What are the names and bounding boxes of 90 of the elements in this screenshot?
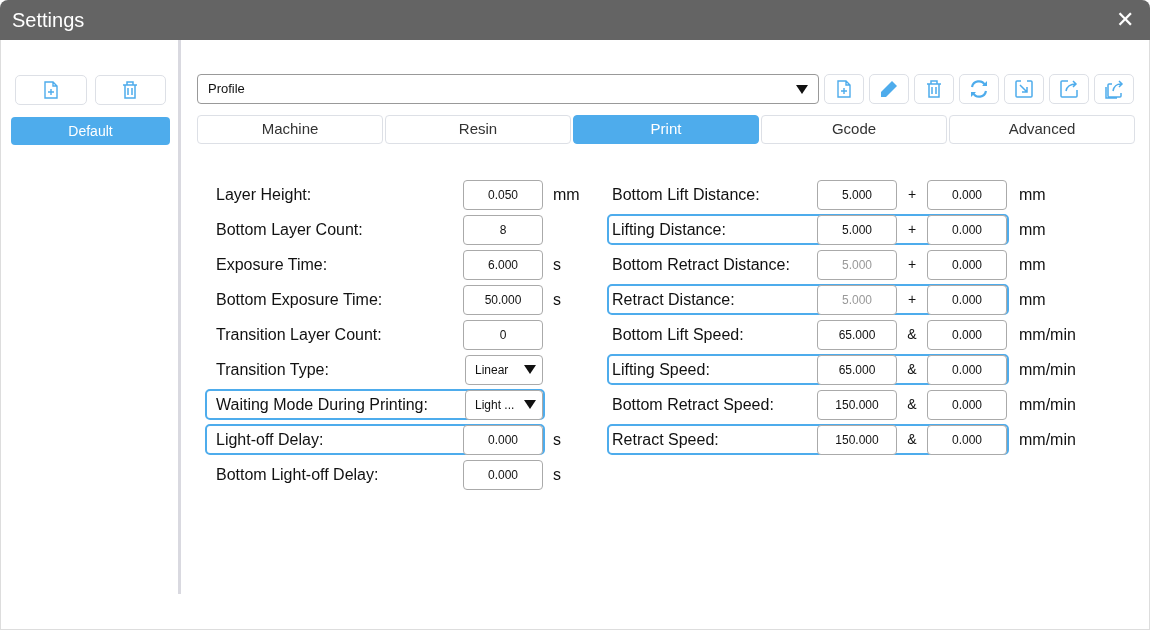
trash-icon	[122, 81, 139, 99]
unit-label: s	[553, 254, 561, 275]
setting-label: Bottom Retract Distance:	[611, 254, 791, 275]
setting-label: Layer Height:	[215, 184, 313, 205]
import-icon	[1014, 79, 1034, 99]
new-file-icon	[837, 80, 851, 98]
value-field[interactable]: 65.000	[817, 319, 897, 350]
refresh-button[interactable]	[959, 74, 999, 104]
unit-label: s	[553, 289, 561, 310]
setting-label: Bottom Retract Speed:	[611, 394, 775, 415]
setting-label: Retract Speed:	[611, 429, 720, 450]
unit-label: mm	[553, 184, 580, 205]
operator-label: &	[906, 430, 918, 449]
refresh-icon	[969, 79, 989, 99]
value-field[interactable]: 50.000	[463, 284, 543, 315]
setting-label: Bottom Lift Distance:	[611, 184, 761, 205]
operator-label: &	[906, 325, 918, 344]
setting-label: Retract Distance:	[611, 289, 736, 310]
tab[interactable]: Machine	[197, 115, 383, 144]
dropdown-value: Light ...	[475, 396, 515, 414]
dropdown-value: Linear	[475, 361, 509, 379]
value-field[interactable]: 65.000	[817, 354, 897, 385]
dropdown-arrow-icon	[524, 365, 536, 374]
value-field[interactable]: 150.000	[817, 389, 897, 420]
operator-label: +	[906, 185, 918, 204]
value-field[interactable]: 0.000	[927, 319, 1007, 350]
share-button[interactable]	[1094, 74, 1134, 104]
unit-label: mm/min	[1019, 429, 1076, 450]
profile-dropdown[interactable]: Profile	[197, 74, 819, 104]
edit-button[interactable]	[869, 74, 909, 104]
export-copy-icon	[1104, 79, 1124, 99]
value-field[interactable]: 150.000	[817, 424, 897, 455]
new-button[interactable]	[824, 74, 864, 104]
value-field[interactable]: 0.000	[927, 354, 1007, 385]
setting-label: Bottom Lift Speed:	[611, 324, 745, 345]
value-field[interactable]: 6.000	[463, 249, 543, 280]
value-field[interactable]: 0.000	[927, 389, 1007, 420]
delete-button[interactable]	[914, 74, 954, 104]
trash-icon	[926, 80, 942, 98]
close-button[interactable]: ✕	[1112, 9, 1138, 31]
value-field[interactable]: 0	[463, 319, 543, 350]
tab[interactable]: Gcode	[761, 115, 947, 144]
export-button[interactable]	[1049, 74, 1089, 104]
setting-dropdown[interactable]: Light ...	[465, 389, 543, 420]
setting-label: Exposure Time:	[215, 254, 329, 275]
operator-label: +	[906, 255, 918, 274]
dropdown-arrow-icon	[524, 400, 536, 409]
unit-label: s	[553, 464, 561, 485]
import-button[interactable]	[1004, 74, 1044, 104]
pencil-icon	[880, 80, 898, 98]
window-title: Settings	[12, 8, 85, 33]
setting-label: Lifting Distance:	[611, 219, 727, 240]
operator-label: &	[906, 360, 918, 379]
value-field[interactable]: 0.000	[927, 179, 1007, 210]
value-field[interactable]: 8	[463, 214, 543, 245]
unit-label: mm	[1019, 289, 1046, 310]
tab[interactable]: Advanced	[949, 115, 1135, 144]
setting-label: Transition Layer Count:	[215, 324, 383, 345]
value-field[interactable]: 0.000	[463, 459, 543, 490]
value-field[interactable]: 0.000	[927, 424, 1007, 455]
value-field[interactable]: 0.050	[463, 179, 543, 210]
unit-label: mm/min	[1019, 394, 1076, 415]
value-field[interactable]: 0.000	[927, 214, 1007, 245]
setting-dropdown[interactable]: Linear	[465, 354, 543, 385]
new-profile-button[interactable]	[15, 75, 87, 105]
setting-label: Bottom Light-off Delay:	[215, 464, 380, 485]
value-field[interactable]: 5.000	[817, 214, 897, 245]
operator-label: +	[906, 290, 918, 309]
new-file-icon	[43, 81, 58, 99]
setting-label: Lifting Speed:	[611, 359, 711, 380]
unit-label: mm/min	[1019, 324, 1076, 345]
delete-profile-button[interactable]	[94, 75, 166, 105]
operator-label: &	[906, 395, 918, 414]
export-icon	[1059, 79, 1079, 99]
unit-label: s	[553, 429, 561, 450]
dropdown-arrow-icon	[796, 84, 808, 94]
unit-label: mm/min	[1019, 359, 1076, 380]
value-field[interactable]: 5.000	[817, 179, 897, 210]
setting-label: Transition Type:	[215, 359, 330, 380]
setting-label: Waiting Mode During Printing:	[215, 394, 429, 415]
unit-label: mm	[1019, 254, 1046, 275]
setting-label: Bottom Layer Count:	[215, 219, 364, 240]
value-field[interactable]: 0.000	[463, 424, 543, 455]
unit-label: mm	[1019, 184, 1046, 205]
setting-label: Bottom Exposure Time:	[215, 289, 384, 310]
unit-label: mm	[1019, 219, 1046, 240]
operator-label: +	[906, 220, 918, 239]
tab[interactable]: Resin	[385, 115, 571, 144]
profile-value: Profile	[208, 80, 245, 99]
setting-label: Light-off Delay:	[215, 429, 325, 450]
